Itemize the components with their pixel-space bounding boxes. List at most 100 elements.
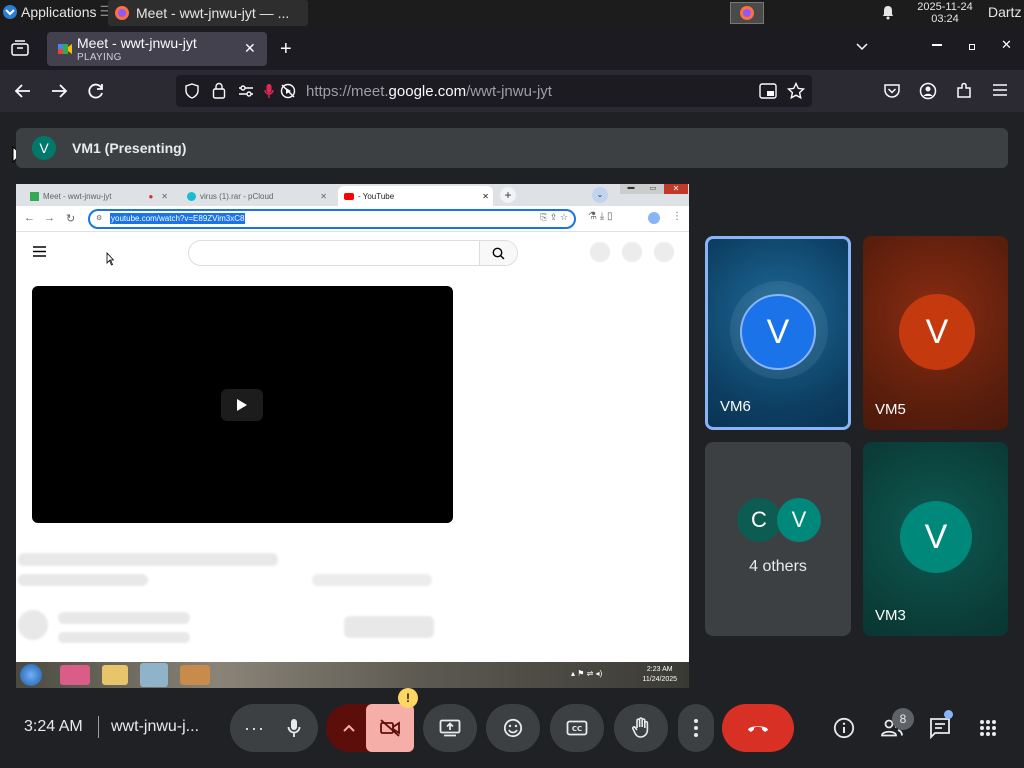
present-screen-button[interactable]	[423, 704, 477, 752]
meeting-details-info-icon[interactable]	[828, 712, 860, 744]
shared-yt-search-box	[188, 240, 518, 266]
new-tab-icon[interactable]: +	[280, 38, 292, 61]
browser-tab-meet[interactable]: Meet - wwt-jnwu-jyt PLAYING ✕	[47, 32, 267, 66]
firefox-icon	[740, 6, 754, 20]
svg-text:CC: CC	[572, 725, 582, 733]
shared-yt-menu-icon	[33, 246, 46, 257]
tab-title: Meet - wwt-jnwu-jyt	[77, 35, 197, 51]
emoji-reaction-icon	[503, 718, 523, 738]
chat-unread-dot	[944, 710, 953, 719]
shared-tab-meet: Meet - wwt-jnwu-jyt ● ✕	[24, 186, 172, 206]
shared-profile-icon	[648, 212, 660, 224]
shared-chrome-task-icon	[140, 663, 168, 687]
placeholder-skeleton	[18, 553, 278, 566]
placeholder-skeleton	[58, 612, 190, 624]
shared-chrome-toolbar: ← → ↻ ⚙ youtube.com/watch?v=E89ZVim3xC8 …	[16, 206, 689, 232]
shared-chrome-tab-strip: Meet - wwt-jnwu-jyt ● ✕ virus (1).rar - p…	[16, 184, 689, 206]
taskbar-window-title: Meet - wwt-jnwu-jyt — ...	[136, 5, 290, 21]
url-text: https://meet.google.com/wwt-jnwu-jyt	[306, 83, 552, 100]
shared-site-info-icon: ⚙	[96, 215, 103, 222]
participant-tile-vm3[interactable]: V VM3	[863, 442, 1008, 636]
browser-nav-bar: https://meet.google.com/wwt-jnwu-jyt	[0, 70, 1024, 112]
taskbar-window-button[interactable]: Meet - wwt-jnwu-jyt — ...	[108, 0, 308, 26]
reload-icon[interactable]	[87, 82, 105, 100]
meet-favicon-icon	[58, 44, 72, 54]
os-clock-time: 03:24	[931, 13, 959, 25]
shared-screen[interactable]: Meet - wwt-jnwu-jyt ● ✕ virus (1).rar - p…	[16, 184, 689, 688]
shared-yt-search-icon	[479, 241, 517, 265]
notification-bell-icon[interactable]	[880, 4, 896, 20]
audio-options-more-icon[interactable]: ···	[244, 718, 265, 739]
os-clock[interactable]: 2025-11-24 03:24	[910, 1, 980, 25]
shared-start-icon	[20, 664, 42, 686]
leave-call-button[interactable]	[722, 704, 794, 752]
minimize-window-icon[interactable]	[932, 44, 942, 46]
shared-windows-clock: 2:23 AM 11/24/2025	[642, 666, 677, 683]
participant-avatar: V	[740, 294, 816, 370]
presenter-bar[interactable]: V VM1 (Presenting)	[16, 128, 1008, 168]
url-bar[interactable]: https://meet.google.com/wwt-jnwu-jyt	[176, 75, 812, 107]
browser-tab-bar: Meet - wwt-jnwu-jyt PLAYING ✕ + ✕	[0, 26, 1024, 70]
presenter-name: VM1 (Presenting)	[72, 140, 187, 156]
placeholder-skeleton	[18, 574, 148, 586]
meeting-time: 3:24 AM	[24, 718, 83, 735]
camera-toggle-button[interactable]	[366, 704, 414, 752]
participant-tile-vm5[interactable]: V VM5	[863, 236, 1008, 430]
tray-firefox-button[interactable]	[730, 2, 764, 24]
picture-in-picture-icon[interactable]	[759, 83, 777, 99]
shared-tray-icons: ▴ ⚑ ⇌ ◂)	[571, 669, 603, 678]
tracking-shield-icon[interactable]	[184, 83, 200, 99]
participant-avatar: V	[899, 294, 975, 370]
others-count-label: 4 others	[749, 558, 807, 575]
tab-overview-icon[interactable]	[11, 40, 29, 56]
present-screen-icon	[439, 719, 461, 737]
forward-arrow-icon[interactable]	[50, 82, 68, 100]
placeholder-skeleton	[344, 616, 434, 638]
autoplay-blocked-icon[interactable]	[280, 83, 296, 99]
shared-reload-icon: ↻	[66, 213, 76, 225]
shared-omnibox-actions-icons: ⎘ ⇪ ☆	[540, 212, 568, 222]
participant-tile-vm6[interactable]: V VM6	[705, 236, 851, 430]
captions-button[interactable]: CC	[550, 704, 604, 752]
os-user-menu[interactable]: Dartz	[988, 4, 1021, 20]
extensions-icon[interactable]	[955, 82, 973, 100]
shared-taskbar-app-icon	[60, 665, 90, 685]
shared-yt-notif-icon	[622, 242, 642, 262]
os-top-bar: Applications ☰ Meet - wwt-jnwu-jyt — ...…	[0, 0, 1024, 26]
shared-kebab-icon: ⋮	[672, 211, 682, 222]
more-vertical-icon	[694, 719, 698, 737]
xfce-logo-icon	[3, 4, 17, 19]
list-tabs-chevron-down-icon[interactable]	[854, 38, 870, 54]
pocket-icon[interactable]	[883, 82, 901, 100]
bookmark-star-icon[interactable]	[787, 82, 805, 100]
more-options-button[interactable]	[678, 704, 714, 752]
others-avatar: V	[777, 498, 821, 542]
close-window-icon[interactable]: ✕	[1001, 37, 1012, 53]
back-arrow-icon[interactable]	[14, 82, 32, 100]
applications-label: Applications	[21, 3, 97, 20]
meeting-code[interactable]: wwt-jnwu-j...	[111, 718, 199, 736]
microphone-button[interactable]	[272, 706, 316, 750]
meet-content: V VM1 (Presenting) Meet - wwt-jnwu-jyt ●…	[0, 112, 1024, 768]
tab-playing-status: PLAYING	[77, 52, 122, 63]
account-icon[interactable]	[919, 82, 937, 100]
permissions-icon[interactable]	[238, 84, 254, 98]
camera-options-chevron-up-icon[interactable]	[342, 723, 356, 733]
presenter-avatar: V	[32, 136, 56, 160]
os-clock-date: 2025-11-24	[917, 1, 973, 13]
participant-name: VM3	[875, 607, 906, 624]
close-tab-icon[interactable]: ✕	[244, 40, 256, 57]
raise-hand-button[interactable]	[614, 704, 668, 752]
hamburger-menu-icon[interactable]	[992, 83, 1008, 97]
applications-menu[interactable]: Applications ☰	[2, 3, 112, 20]
lock-icon[interactable]	[212, 82, 226, 99]
participant-tile-others[interactable]: C V 4 others	[705, 442, 851, 636]
camera-warning-badge: !	[398, 688, 418, 708]
shared-yt-avatar-icon	[654, 242, 674, 262]
reactions-button[interactable]	[486, 704, 540, 752]
closed-captions-icon: CC	[566, 720, 588, 736]
firefox-icon	[115, 6, 129, 20]
maximize-window-icon[interactable]	[969, 44, 975, 50]
activities-apps-grid-icon[interactable]	[972, 712, 1004, 744]
microphone-active-icon[interactable]	[264, 83, 274, 99]
